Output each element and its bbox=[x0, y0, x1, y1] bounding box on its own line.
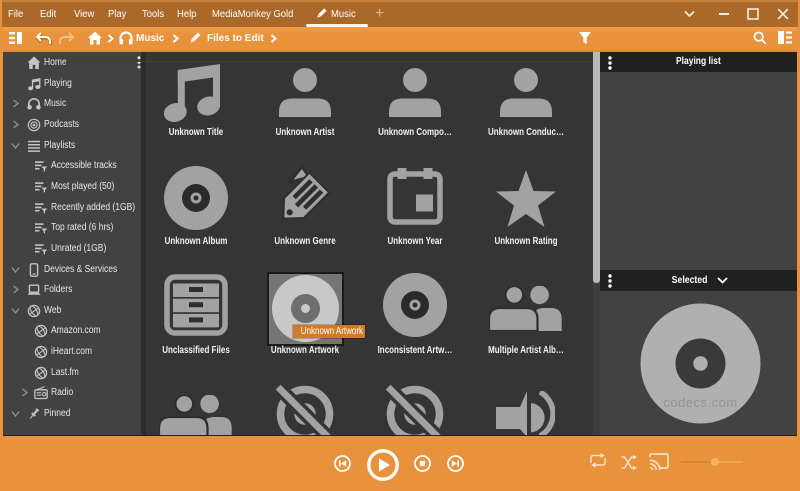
svg-text:codecs.com: codecs.com bbox=[663, 395, 737, 410]
